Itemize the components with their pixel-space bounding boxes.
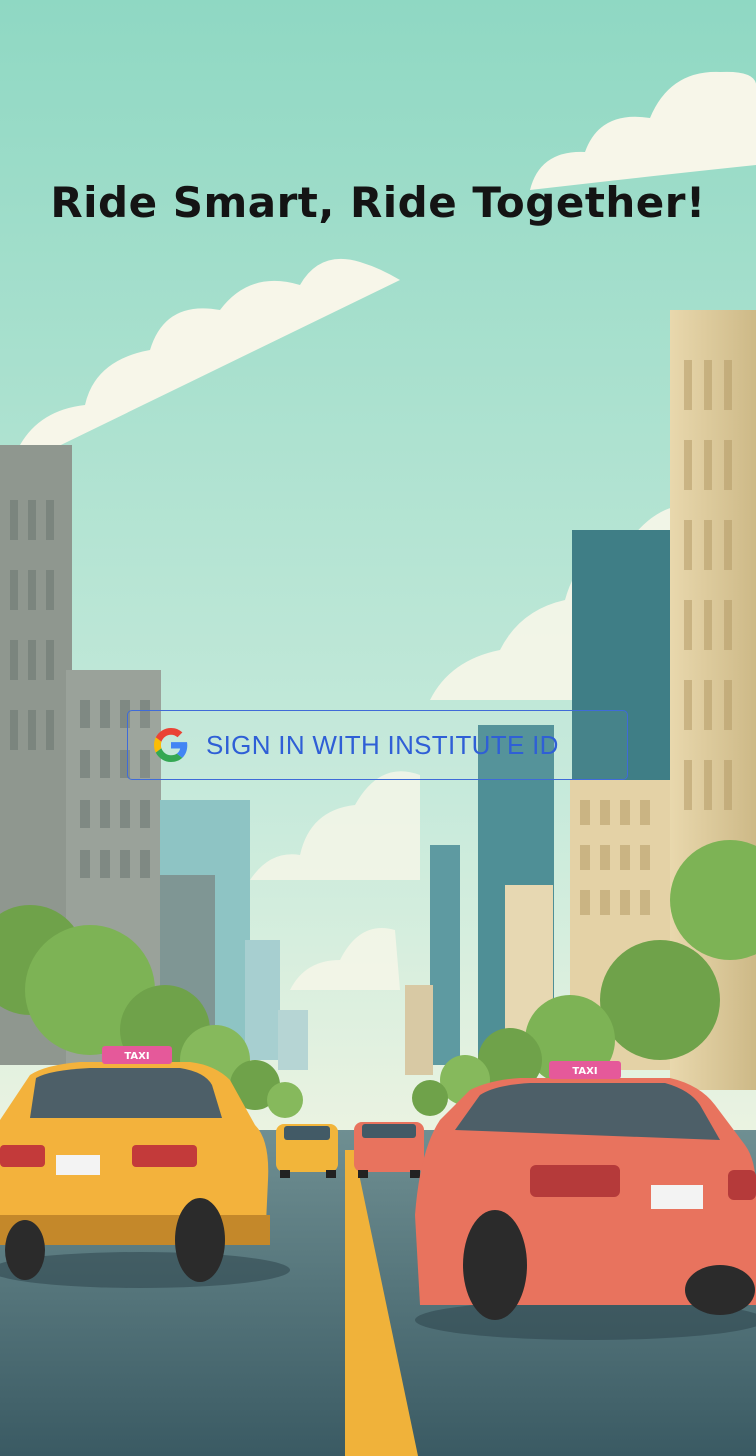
far-taxi-yellow (276, 1124, 338, 1178)
taxi-sign-text: TAXI (572, 1066, 597, 1077)
headline: Ride Smart, Ride Together! (50, 178, 706, 227)
sign-in-institute-button[interactable]: SIGN IN WITH INSTITUTE ID (127, 710, 628, 780)
taxi-sign-text: TAXI (124, 1051, 149, 1062)
sign-in-label: SIGN IN WITH INSTITUTE ID (206, 729, 559, 760)
google-g-icon (154, 728, 188, 762)
taxi-red-right: TAXI (415, 1061, 756, 1340)
far-taxi-red (354, 1122, 424, 1178)
login-screen: TAXI TAXI Ride Smart, Ride Together! SIG… (0, 0, 756, 1456)
